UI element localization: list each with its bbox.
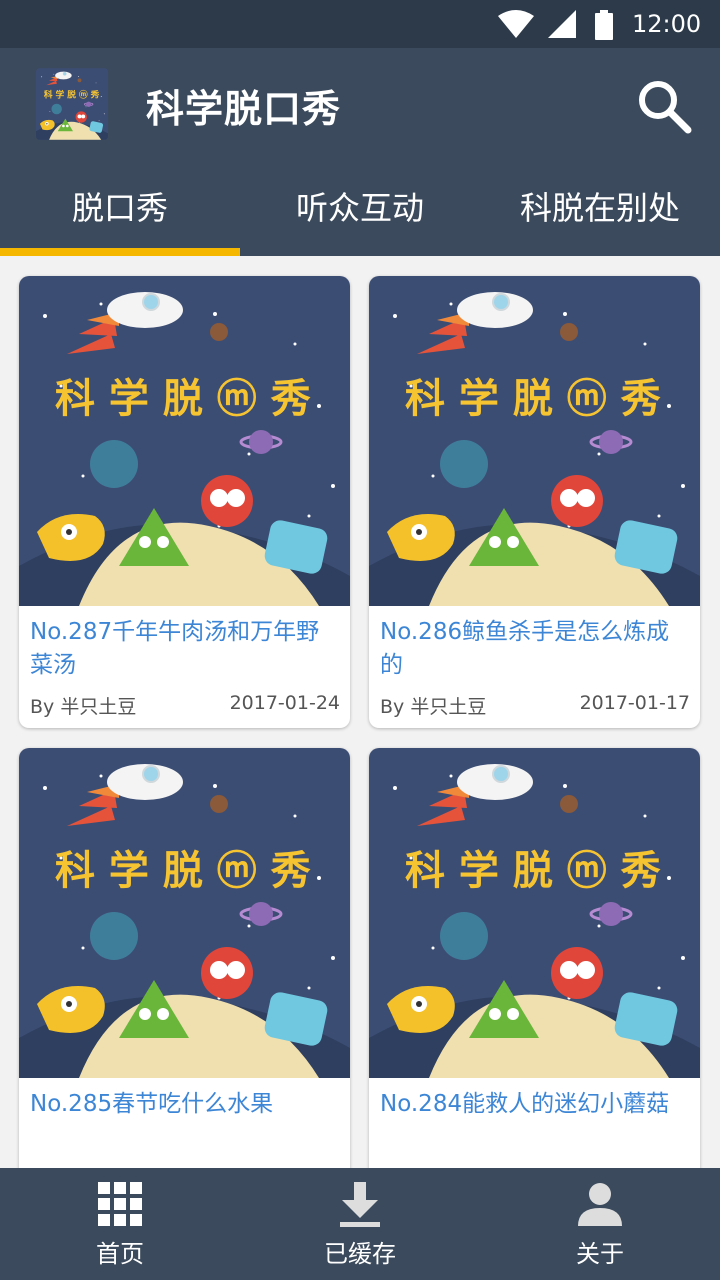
author-prefix: By — [380, 696, 405, 718]
download-icon — [336, 1180, 384, 1228]
episode-card[interactable]: No.287千年牛肉汤和万年野菜汤 By 半只土豆 2017-01-24 — [19, 276, 350, 728]
nav-home[interactable]: 首页 — [0, 1168, 240, 1280]
episode-grid: No.287千年牛肉汤和万年野菜汤 By 半只土豆 2017-01-24 No.… — [0, 256, 720, 1168]
status-time: 12:00 — [632, 10, 702, 38]
episode-cover — [19, 748, 350, 1078]
episode-meta: By 半只土豆 2017-01-24 — [30, 692, 340, 720]
page-title: 科学脱口秀 — [146, 87, 342, 131]
search-icon[interactable] — [634, 76, 694, 136]
status-bar: 12:00 — [0, 0, 720, 48]
battery-icon — [594, 10, 614, 44]
nav-label: 关于 — [576, 1240, 624, 1268]
episode-card[interactable]: No.284能救人的迷幻小蘑菇 — [369, 748, 700, 1168]
episode-title: No.287千年牛肉汤和万年野菜汤 — [30, 619, 320, 678]
app-logo — [36, 68, 108, 140]
episode-cover — [369, 748, 700, 1078]
tab-listener-interaction[interactable]: 听众互动 — [240, 180, 480, 256]
tab-elsewhere[interactable]: 科脱在别处 — [480, 180, 720, 256]
nav-label: 首页 — [96, 1240, 144, 1268]
episode-title: No.286鲸鱼杀手是怎么炼成的 — [380, 619, 670, 678]
episode-title: No.285春节吃什么水果 — [30, 1091, 274, 1117]
app-bar: 科学脱口秀 脱口秀 听众互动 科脱在别处 — [0, 48, 720, 256]
signal-icon — [548, 10, 576, 42]
tab-indicator — [0, 248, 240, 256]
episode-author: 半只土豆 — [410, 696, 487, 718]
wifi-icon — [498, 10, 534, 42]
episode-author: 半只土豆 — [60, 696, 137, 718]
episode-meta: By 半只土豆 2017-01-17 — [380, 692, 690, 720]
episode-title: No.284能救人的迷幻小蘑菇 — [380, 1091, 670, 1117]
episode-card[interactable]: No.285春节吃什么水果 — [19, 748, 350, 1168]
grid-icon — [96, 1180, 144, 1228]
person-icon — [576, 1180, 624, 1228]
nav-label: 已缓存 — [324, 1240, 396, 1268]
nav-downloaded[interactable]: 已缓存 — [240, 1168, 480, 1280]
author-prefix: By — [30, 696, 55, 718]
tab-talk-show[interactable]: 脱口秀 — [0, 180, 240, 256]
episode-card[interactable]: No.286鲸鱼杀手是怎么炼成的 By 半只土豆 2017-01-17 — [369, 276, 700, 728]
episode-date: 2017-01-24 — [229, 692, 340, 714]
nav-about[interactable]: 关于 — [480, 1168, 720, 1280]
episode-cover — [19, 276, 350, 606]
episode-date: 2017-01-17 — [579, 692, 690, 714]
episode-cover — [369, 276, 700, 606]
bottom-nav: 首页 已缓存 关于 — [0, 1168, 720, 1280]
tab-bar: 脱口秀 听众互动 科脱在别处 — [0, 180, 720, 256]
